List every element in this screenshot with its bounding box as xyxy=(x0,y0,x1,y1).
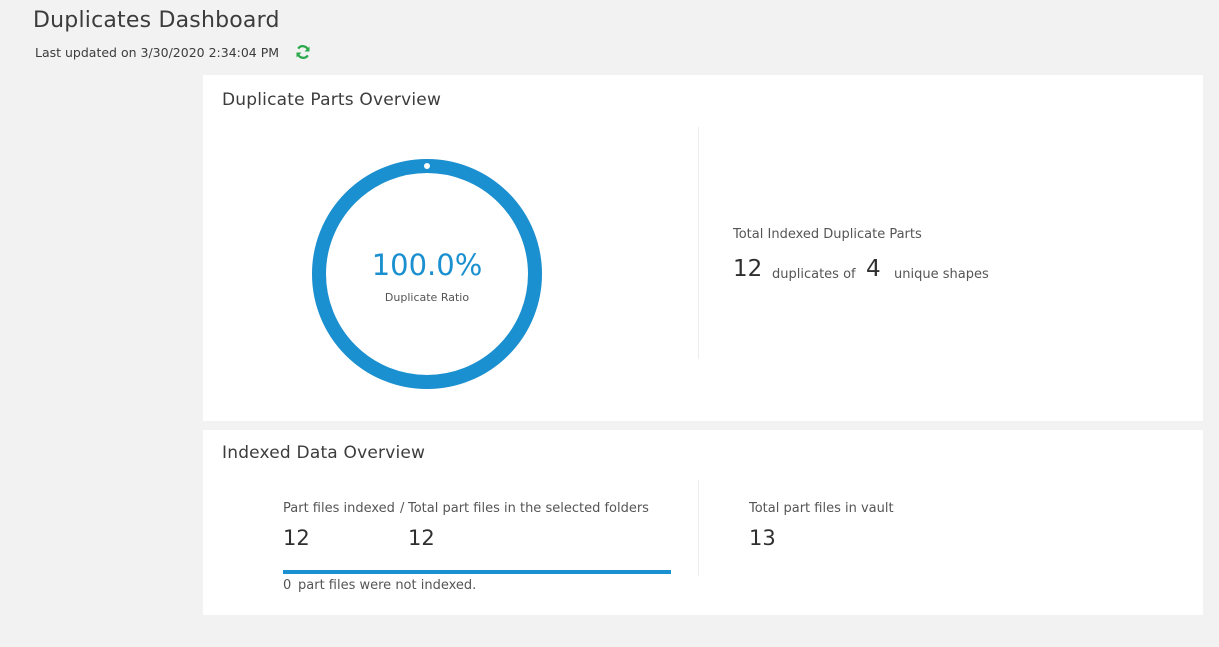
card-divider xyxy=(698,480,699,576)
indexed-label: Part files indexed xyxy=(283,501,395,516)
donut-marker xyxy=(424,163,430,169)
label-separator: / xyxy=(400,501,405,516)
duplicate-ratio-label: Duplicate Ratio xyxy=(384,291,470,304)
card-divider xyxy=(698,127,699,359)
duplicate-parts-card: Duplicate Parts Overview 100.0% Duplicat… xyxy=(203,75,1203,421)
duplicates-count: 12 xyxy=(733,256,763,282)
selected-folders-label: Total part files in the selected folders xyxy=(408,501,649,516)
last-updated-text: Last updated on 3/30/2020 2:34:04 PM xyxy=(35,44,280,60)
not-indexed-text: part files were not indexed. xyxy=(298,578,477,593)
indexed-progress-bar xyxy=(283,570,671,574)
last-updated-row: Last updated on 3/30/2020 2:34:04 PM xyxy=(35,43,312,61)
indexed-count: 12 xyxy=(283,526,310,550)
duplicate-ratio-value: 100.0% xyxy=(371,248,483,282)
vault-count: 13 xyxy=(749,526,776,550)
selected-count: 12 xyxy=(408,526,435,550)
page-title: Duplicates Dashboard xyxy=(33,8,280,33)
refresh-icon[interactable] xyxy=(294,43,312,61)
vault-label: Total part files in vault xyxy=(749,501,894,516)
total-duplicates-label: Total Indexed Duplicate Parts xyxy=(733,227,922,242)
indexed-progress-fill xyxy=(283,570,671,574)
unique-shapes-text: unique shapes xyxy=(894,267,989,282)
duplicate-parts-title: Duplicate Parts Overview xyxy=(222,90,442,110)
not-indexed-count: 0 xyxy=(283,578,292,593)
unique-shapes-count: 4 xyxy=(866,256,881,282)
indexed-data-title: Indexed Data Overview xyxy=(222,443,426,463)
indexed-data-card: Indexed Data Overview Part files indexed… xyxy=(203,430,1203,615)
duplicates-of-text: duplicates of xyxy=(772,267,856,282)
